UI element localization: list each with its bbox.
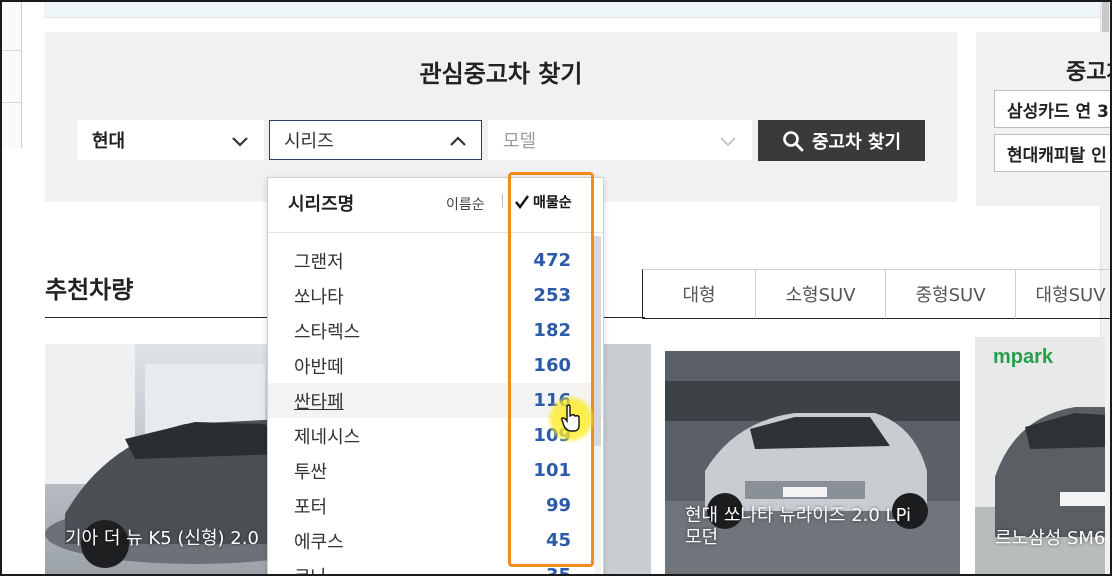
series-select[interactable]: 시리즈	[269, 120, 482, 160]
chevron-up-icon	[450, 136, 466, 146]
dropdown-scrollbar[interactable]	[594, 236, 601, 574]
dropdown-title: 시리즈명	[288, 194, 355, 215]
samsung-card-button[interactable]: 삼성카드 연 3	[994, 90, 1110, 128]
top-banner-strip	[44, 2, 1104, 18]
series-name: 스타렉스	[294, 321, 361, 343]
car-card-sonata[interactable]: 현대 쏘나타 뉴라이즈 2.0 LPi 모던	[665, 351, 960, 574]
count-column-highlight	[508, 172, 594, 567]
search-icon	[783, 130, 804, 151]
chevron-down-icon	[232, 137, 248, 147]
browser-viewport: 관심중고차 찾기 현대 시리즈 모델 중고차 찾기 중고차 삼성카드 연 3 현…	[0, 0, 1112, 576]
hand-pointer-icon	[560, 404, 580, 432]
divider	[502, 194, 503, 208]
search-title: 관심중고차 찾기	[419, 60, 583, 88]
tab-large-suv[interactable]: 대형SUV	[1015, 269, 1110, 319]
series-name: 그랜저	[294, 251, 344, 273]
vehicle-class-tabs: 대형 소형SUV 중형SUV 대형SUV	[642, 269, 1110, 319]
model-select-placeholder: 모델	[503, 131, 537, 152]
find-used-car-button[interactable]: 중고차 찾기	[758, 120, 925, 161]
series-name: 에쿠스	[294, 531, 344, 553]
car-caption: 현대 쏘나타 뉴라이즈 2.0 LPi 모던	[685, 505, 912, 548]
model-select[interactable]: 모델	[488, 120, 752, 160]
series-name: 아반떼	[294, 356, 344, 378]
side-panel-title: 중고차	[1066, 60, 1110, 85]
series-name: 싼타페	[294, 391, 344, 413]
hyundai-capital-button[interactable]: 현대캐피탈 인	[994, 134, 1110, 172]
car-caption: 르노삼성 SM6	[995, 528, 1105, 549]
series-name: 쏘나타	[294, 286, 344, 308]
recommend-title: 추천차량	[45, 276, 134, 304]
svg-text:mpark: mpark	[993, 346, 1054, 368]
left-edge-panel	[2, 2, 22, 148]
series-select-placeholder: 시리즈	[284, 131, 334, 152]
chevron-down-icon	[720, 137, 736, 147]
tab-large[interactable]: 대형	[642, 269, 755, 319]
series-name: 투싼	[294, 461, 328, 483]
series-name: 코나	[294, 563, 327, 575]
tab-small-suv[interactable]: 소형SUV	[755, 269, 885, 319]
maker-select[interactable]: 현대	[77, 120, 264, 160]
series-name: 포터	[294, 496, 328, 518]
car-caption: 기아 더 뉴 K5 (신형) 2.0	[65, 528, 259, 549]
car-card-sm6[interactable]: mpark 르노삼성 SM6	[975, 337, 1105, 574]
series-name: 제네시스	[294, 426, 361, 448]
tab-mid-suv[interactable]: 중형SUV	[885, 269, 1015, 319]
side-finance-panel: 중고차 삼성카드 연 3 현대캐피탈 인	[976, 32, 1110, 206]
sort-by-name[interactable]: 이름순	[446, 194, 485, 214]
maker-select-value: 현대	[92, 131, 126, 152]
find-used-car-label: 중고차 찾기	[811, 131, 902, 153]
